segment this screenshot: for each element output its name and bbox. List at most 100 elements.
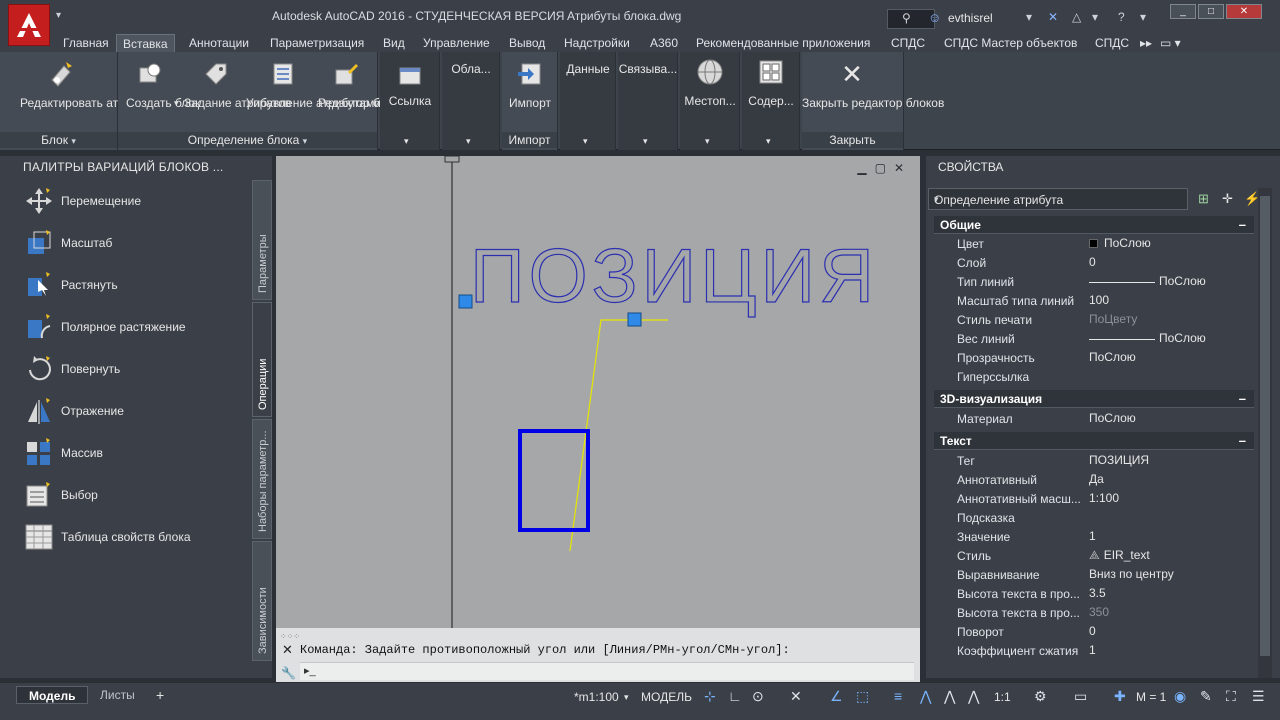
tab-annotate[interactable]: Аннотации bbox=[189, 36, 249, 50]
section-3d-visualization[interactable]: 3D-визуализация – bbox=[934, 390, 1254, 408]
prop-row-plotstyle[interactable]: Стиль печати ПоЦвету bbox=[934, 311, 1254, 330]
palette-item-stretch[interactable]: Растянуть bbox=[24, 270, 249, 300]
palette-item-scale[interactable]: Масштаб bbox=[24, 228, 249, 258]
hardware-acceleration-icon[interactable]: ◉ bbox=[1174, 688, 1186, 705]
dynamic-ucs-icon[interactable]: ∠ bbox=[830, 688, 843, 705]
exchange-icon[interactable]: ✕ bbox=[1048, 10, 1058, 24]
tab-spds[interactable]: СПДС bbox=[891, 36, 925, 50]
palette-item-lookup[interactable]: Выбор bbox=[24, 480, 249, 510]
add-layout-button[interactable]: + bbox=[156, 687, 164, 703]
viewport-scale-dropdown-icon[interactable]: ▾ bbox=[624, 692, 629, 703]
block-editor-button[interactable]: Редактор блоков bbox=[318, 96, 412, 111]
select-objects-icon[interactable]: ✛ bbox=[1222, 191, 1233, 207]
tab-output[interactable]: Вывод bbox=[509, 36, 545, 50]
prop-row-linetype[interactable]: Тип линий ПоСлою bbox=[934, 273, 1254, 292]
define-attributes-button[interactable]: Задание атрибутов bbox=[184, 96, 291, 111]
clouds-button[interactable]: Обла... bbox=[442, 62, 500, 77]
palette-item-move[interactable]: Перемещение bbox=[24, 186, 249, 216]
palette-item-block-table[interactable]: Таблица свойств блока bbox=[24, 522, 249, 552]
scrollbar-thumb[interactable] bbox=[1260, 196, 1270, 656]
object-type-select[interactable]: Определение атрибута ▾ bbox=[928, 188, 1188, 210]
contents-dropdown-icon[interactable]: ▾ bbox=[766, 134, 771, 149]
autoscale-icon[interactable]: ⋀ bbox=[944, 688, 955, 705]
prop-row-material[interactable]: Материал ПоСлою bbox=[934, 410, 1254, 429]
grid-icon[interactable]: ⊹ bbox=[704, 688, 716, 705]
prop-row-color[interactable]: Цвет ПоСлою bbox=[934, 235, 1254, 254]
tab-spds-master[interactable]: СПДС Мастер объектов bbox=[944, 36, 1077, 50]
grip-alignment[interactable] bbox=[627, 312, 642, 327]
vtab-actions[interactable]: Операции bbox=[252, 302, 272, 417]
wrench-icon[interactable]: 🔧 bbox=[281, 666, 296, 680]
viewport-scale[interactable]: *m1:100 bbox=[574, 690, 619, 704]
fullscreen-icon[interactable]: ⛶ bbox=[1226, 688, 1236, 705]
reference-dropdown-icon[interactable]: ▾ bbox=[404, 134, 409, 149]
attribute-text[interactable]: ПОЗИЦИЯ bbox=[469, 233, 878, 319]
create-block-dropdown-icon[interactable]: ▾ bbox=[174, 96, 179, 111]
m-equals-readout[interactable]: M = 1 bbox=[1136, 690, 1166, 704]
import-button[interactable]: Импорт bbox=[502, 96, 558, 111]
app-menu-button[interactable] bbox=[8, 4, 50, 46]
annotation-scale-icon[interactable]: ⋀ bbox=[968, 688, 979, 705]
dropdown-icon[interactable]: ▾ bbox=[1092, 10, 1098, 24]
clouds-dropdown-icon[interactable]: ▾ bbox=[466, 134, 471, 149]
manage-attributes-button[interactable]: Управление атрибутами bbox=[246, 96, 381, 111]
palette-item-array[interactable]: Массив bbox=[24, 438, 249, 468]
section-general[interactable]: Общие – bbox=[934, 216, 1254, 234]
linking-button[interactable]: Связыва... bbox=[618, 62, 678, 77]
object-snap-icon[interactable]: ✕ bbox=[790, 688, 802, 705]
user-name[interactable]: evthisrel bbox=[948, 11, 993, 25]
grip-insertion[interactable] bbox=[458, 294, 473, 309]
help-icon[interactable]: ? bbox=[1118, 10, 1125, 24]
drawing-canvas[interactable]: ▁▢✕ ПОЗИЦИЯ bbox=[276, 156, 920, 628]
dropdown-icon[interactable]: ▾ bbox=[1140, 10, 1146, 24]
block-rectangle[interactable] bbox=[518, 429, 590, 532]
dropdown-icon[interactable]: ▾ bbox=[1026, 10, 1032, 24]
edit-attribute-button[interactable]: Редактировать атрибут ▾ bbox=[20, 96, 158, 112]
snap-icon[interactable]: ∟ bbox=[728, 688, 742, 704]
prop-row-annotative-scale[interactable]: Аннотативный масш... 1:100 bbox=[934, 490, 1254, 509]
annotation-visibility-icon[interactable]: ⋀ bbox=[920, 688, 931, 705]
palette-item-rotate[interactable]: Повернуть bbox=[24, 354, 249, 384]
tab-addins[interactable]: Надстройки bbox=[564, 36, 630, 50]
vtab-parameter-sets[interactable]: Наборы параметр... bbox=[252, 419, 272, 539]
vtab-constraints[interactable]: Зависимости bbox=[252, 541, 272, 661]
minimize-button[interactable]: _ bbox=[1170, 4, 1196, 19]
vtab-parameters[interactable]: Параметры bbox=[252, 180, 272, 300]
maximize-button[interactable]: □ bbox=[1198, 4, 1224, 19]
command-grip[interactable]: ⁘⁘⁘ bbox=[280, 632, 300, 641]
tab-manage[interactable]: Управление bbox=[423, 36, 490, 50]
location-button[interactable]: Местоп... bbox=[680, 94, 740, 109]
palette-item-flip[interactable]: Отражение bbox=[24, 396, 249, 426]
close-block-editor-button[interactable]: Закрыть редактор блоков bbox=[802, 96, 944, 111]
create-block-button[interactable]: Создать блок bbox=[126, 96, 200, 111]
tab-home[interactable]: Главная bbox=[63, 36, 109, 50]
selection-cycling-icon[interactable]: ⬚ bbox=[856, 688, 869, 705]
lineweight-icon[interactable]: ≡ bbox=[894, 688, 902, 704]
polar-tracking-icon[interactable]: ⊙ bbox=[752, 688, 764, 705]
annotation-scale[interactable]: 1:1 bbox=[994, 690, 1011, 704]
prop-row-text-height-model[interactable]: Высота текста в про... 350 bbox=[934, 604, 1254, 623]
tab-spds-2[interactable]: СПДС bbox=[1095, 36, 1129, 50]
prop-row-lineweight[interactable]: Вес линий ПоСлою bbox=[934, 330, 1254, 349]
prop-row-width-factor[interactable]: Коэффициент сжатия 1 bbox=[934, 642, 1254, 661]
prop-row-text-height-paper[interactable]: Высота текста в про... 3.5 bbox=[934, 585, 1254, 604]
tab-featured-apps[interactable]: Рекомендованные приложения bbox=[696, 36, 870, 50]
customization-icon[interactable]: ☰ bbox=[1252, 688, 1265, 705]
tab-parametric[interactable]: Параметризация bbox=[270, 36, 364, 50]
workspace-icon[interactable]: ▭ bbox=[1074, 688, 1087, 705]
prop-row-style[interactable]: Стиль ⟁ EIR_text bbox=[934, 547, 1254, 566]
palette-item-polar-stretch[interactable]: Полярное растяжение bbox=[24, 312, 249, 342]
prop-row-ltscale[interactable]: Масштаб типа линий 100 bbox=[934, 292, 1254, 311]
prop-row-prompt[interactable]: Подсказка bbox=[934, 509, 1254, 528]
quick-access-dropdown-icon[interactable]: ▾ bbox=[56, 10, 61, 21]
command-input[interactable]: ▸_ bbox=[300, 662, 914, 680]
blue-plus-icon[interactable]: ✚ bbox=[1114, 688, 1126, 705]
prop-row-layer[interactable]: Слой 0 bbox=[934, 254, 1254, 273]
tab-insert[interactable]: Вставка bbox=[116, 34, 175, 52]
command-close-icon[interactable]: ✕ bbox=[282, 642, 293, 658]
data-button[interactable]: Данные bbox=[560, 62, 616, 77]
gear-icon[interactable]: ⚙ bbox=[1034, 688, 1047, 705]
ribbon-options-icon[interactable]: ▭ ▾ bbox=[1160, 36, 1181, 50]
properties-scrollbar[interactable] bbox=[1258, 188, 1272, 678]
contents-button[interactable]: Содер... bbox=[742, 94, 800, 109]
